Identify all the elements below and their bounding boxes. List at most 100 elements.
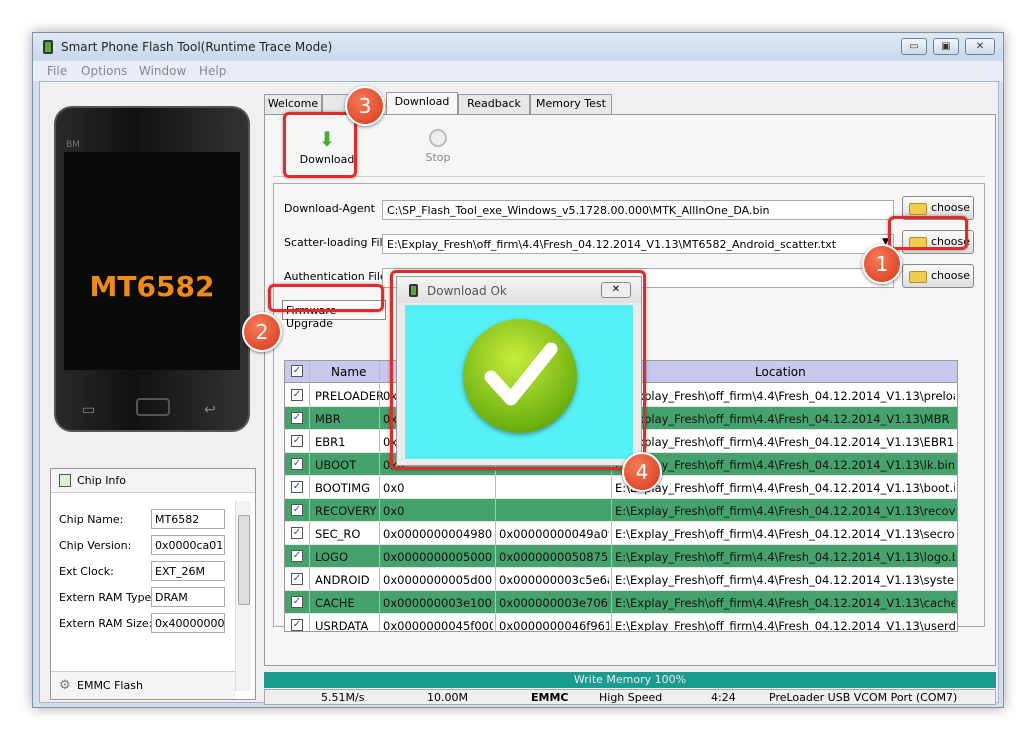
chip-label: Extern RAM Type: bbox=[59, 591, 156, 604]
choose-label: choose bbox=[931, 201, 970, 214]
scatter-file-select[interactable]: E:\Explay_Fresh\off_firm\4.4\Fresh_04.12… bbox=[382, 234, 894, 254]
row-checkbox[interactable]: ✓ bbox=[291, 458, 303, 470]
row-checkbox[interactable]: ✓ bbox=[291, 481, 303, 493]
row-checkbox[interactable]: ✓ bbox=[291, 504, 303, 516]
menu-options[interactable]: Options bbox=[81, 64, 127, 78]
end-address: 0x0000000046f961cb bbox=[499, 619, 609, 632]
chip-info-scrollbar[interactable] bbox=[235, 501, 251, 691]
maximize-button[interactable]: ▣ bbox=[933, 38, 959, 55]
partition-name: USRDATA bbox=[315, 619, 369, 632]
chip-info-header: Chip Info bbox=[51, 469, 255, 493]
callout-badge: 1 bbox=[862, 244, 902, 284]
scroll-thumb[interactable] bbox=[238, 515, 250, 605]
begin-address: 0x0 bbox=[383, 504, 405, 518]
folder-icon bbox=[909, 203, 927, 215]
file-location: E:\Explay_Fresh\off_firm\4.4\Fresh_04.12… bbox=[615, 412, 950, 426]
table-row[interactable]: ✓ BOOTIMG 0x0 E:\Explay_Fresh\off_firm\4.4\… bbox=[285, 476, 957, 499]
chip-row: Ext Clock: EXT_26M bbox=[51, 561, 251, 583]
toolbar: ⬇ Download Stop bbox=[273, 121, 985, 177]
column-name: Name bbox=[331, 365, 367, 379]
chip-icon bbox=[59, 474, 71, 487]
chip-value: EXT_26M bbox=[151, 561, 225, 581]
highlight-download-button bbox=[283, 112, 357, 178]
end-address: 0x000000003c5e6a1f bbox=[499, 573, 609, 587]
partition-name: BOOTIMG bbox=[315, 481, 371, 495]
column-location: Location bbox=[755, 365, 806, 379]
end-address: 0x00000000049a0fff bbox=[499, 527, 609, 541]
home-key-icon bbox=[136, 398, 170, 416]
table-row[interactable]: ✓ USRDATA 0x0000000045f00000 0x0000000046f9… bbox=[285, 614, 957, 632]
begin-address: 0x0000000005d00000 bbox=[383, 573, 493, 587]
table-row[interactable]: ✓ LOGO 0x0000000005000000 0x00000000508756f… bbox=[285, 545, 957, 568]
end-address: 0x000000003e706093 bbox=[499, 596, 609, 610]
row-checkbox[interactable]: ✓ bbox=[291, 619, 303, 631]
file-location: E:\Explay_Fresh\off_firm\4.4\Fresh_04.12… bbox=[615, 619, 955, 632]
status-bar: 5.51M/s 10.00M EMMC High Speed 4:24 PreL… bbox=[264, 689, 996, 705]
chip-row: Chip Version: 0x0000ca01 bbox=[51, 535, 251, 557]
stop-button[interactable]: Stop bbox=[413, 127, 463, 171]
file-location: E:\Explay_Fresh\off_firm\4.4\Fresh_04.12… bbox=[615, 389, 955, 403]
begin-address: 0x0000000045f00000 bbox=[383, 619, 493, 632]
partition-name: RECOVERY bbox=[315, 504, 377, 518]
row-checkbox[interactable]: ✓ bbox=[291, 596, 303, 608]
scatter-file-value: E:\Explay_Fresh\off_firm\4.4\Fresh_04.12… bbox=[387, 238, 837, 251]
table-row[interactable]: ✓ SEC_RO 0x0000000004980000 0x00000000049a0… bbox=[285, 522, 957, 545]
status-time: 4:24 bbox=[711, 691, 736, 704]
row-checkbox[interactable]: ✓ bbox=[291, 389, 303, 401]
tab-welcome[interactable]: Welcome bbox=[264, 94, 322, 114]
file-location: E:\Explay_Fresh\off_firm\4.4\Fresh_04.12… bbox=[615, 504, 955, 518]
menu-help[interactable]: Help bbox=[199, 64, 226, 78]
row-checkbox[interactable]: ✓ bbox=[291, 573, 303, 585]
tab-readback[interactable]: Readback bbox=[458, 94, 530, 114]
phone-chip-model: MT6582 bbox=[89, 270, 215, 303]
file-location: E:\Explay_Fresh\off_firm\4.4\Fresh_04.12… bbox=[615, 481, 955, 495]
close-button[interactable]: ✕ bbox=[965, 38, 995, 55]
partition-name: PRELOADER bbox=[315, 389, 385, 403]
partition-name: UBOOT bbox=[315, 458, 357, 472]
file-location: E:\Explay_Fresh\off_firm\4.4\Fresh_04.12… bbox=[615, 573, 955, 587]
partition-name: LOGO bbox=[315, 550, 349, 564]
callout-badge: 4 bbox=[622, 452, 662, 492]
chip-label: Chip Version: bbox=[59, 539, 132, 552]
partition-name: SEC_RO bbox=[315, 527, 361, 541]
chip-row: Extern RAM Size: 0x40000000 bbox=[51, 613, 251, 635]
phone-screen: MT6582 bbox=[64, 152, 240, 370]
emmc-flash-label: EMMC Flash bbox=[77, 679, 143, 692]
minimize-button[interactable]: ▭ bbox=[901, 38, 927, 55]
row-checkbox[interactable]: ✓ bbox=[291, 435, 303, 447]
file-location: E:\Explay_Fresh\off_firm\4.4\Fresh_04.12… bbox=[615, 527, 955, 541]
menu-bar: File Options Window Help bbox=[33, 61, 1003, 81]
chip-info-title: Chip Info bbox=[77, 474, 127, 487]
table-row[interactable]: ✓ ANDROID 0x0000000005d00000 0x000000003c5e… bbox=[285, 568, 957, 591]
stop-label: Stop bbox=[425, 151, 451, 164]
table-row[interactable]: ✓ RECOVERY 0x0 E:\Explay_Fresh\off_firm\4.4… bbox=[285, 499, 957, 522]
download-agent-field[interactable]: C:\SP_Flash_Tool_exe_Windows_v5.1728.00.… bbox=[382, 200, 894, 220]
menu-window[interactable]: Window bbox=[139, 64, 186, 78]
partition-name: ANDROID bbox=[315, 573, 370, 587]
begin-address: 0x0 bbox=[383, 481, 405, 495]
end-address: 0x00000000508756f bbox=[499, 550, 609, 564]
scatter-file-label: Scatter-loading File bbox=[284, 236, 390, 249]
status-size: 10.00M bbox=[427, 691, 468, 704]
tab-download[interactable]: Download bbox=[386, 92, 458, 115]
row-checkbox[interactable]: ✓ bbox=[291, 412, 303, 424]
highlight-mode-select bbox=[268, 284, 384, 312]
select-all-checkbox[interactable]: ✓ bbox=[291, 365, 303, 377]
highlight-dialog bbox=[390, 270, 646, 470]
status-port: PreLoader USB VCOM Port (COM7) bbox=[769, 691, 958, 704]
menu-file[interactable]: File bbox=[47, 64, 67, 78]
file-location: E:\Explay_Fresh\off_firm\4.4\Fresh_04.12… bbox=[615, 435, 955, 449]
chip-row: Chip Name: MT6582 bbox=[51, 509, 251, 531]
chip-label: Extern RAM Size: bbox=[59, 617, 153, 630]
table-row[interactable]: ✓ CACHE 0x000000003e100000 0x000000003e7060… bbox=[285, 591, 957, 614]
tab-memory-test[interactable]: Memory Test bbox=[530, 94, 612, 114]
partition-name: MBR bbox=[315, 412, 341, 426]
progress-text: Write Memory 100% bbox=[573, 673, 687, 686]
choose-auth-button[interactable]: choose bbox=[902, 264, 974, 288]
file-location: E:\Explay_Fresh\off_firm\4.4\Fresh_04.12… bbox=[615, 596, 955, 610]
row-checkbox[interactable]: ✓ bbox=[291, 527, 303, 539]
begin-address: 0x0000000004980000 bbox=[383, 527, 493, 541]
emmc-flash-section[interactable]: ⚙ EMMC Flash bbox=[51, 671, 235, 699]
gear-icon: ⚙ bbox=[59, 678, 71, 693]
row-checkbox[interactable]: ✓ bbox=[291, 550, 303, 562]
